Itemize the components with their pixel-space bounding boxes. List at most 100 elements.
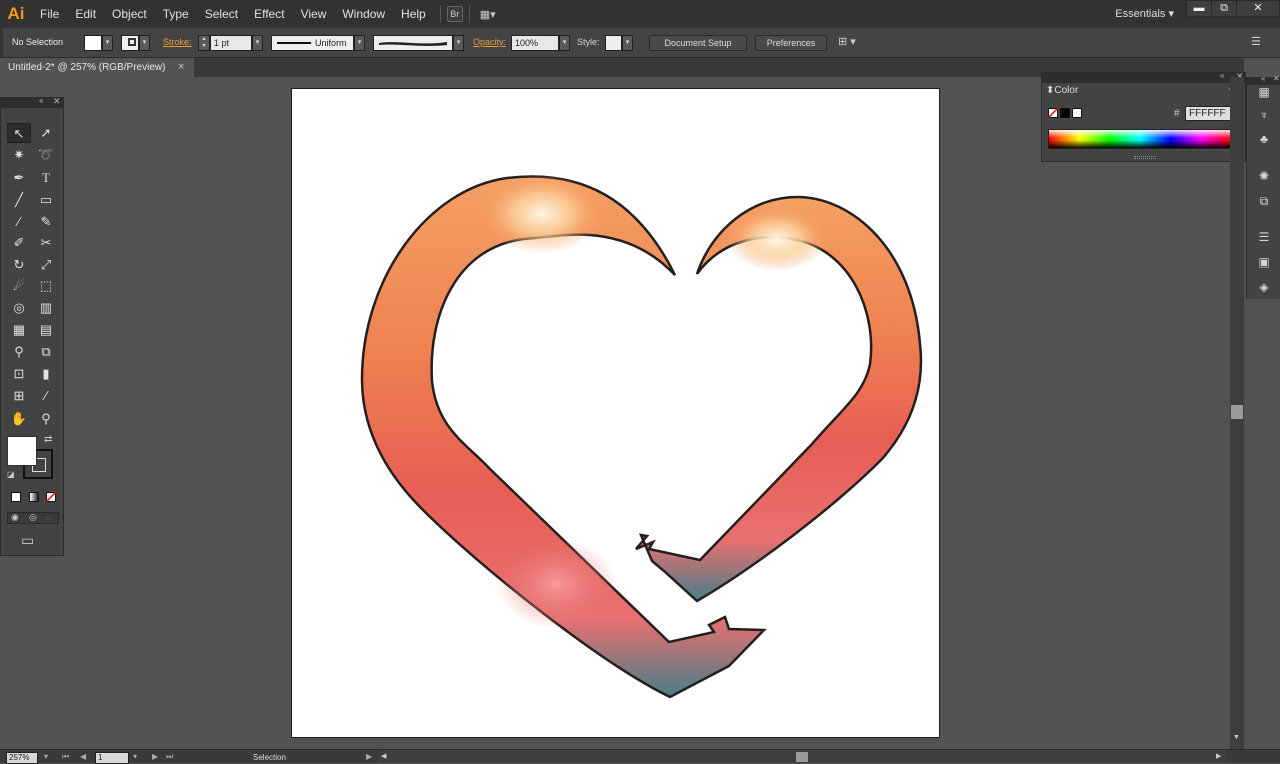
- black-swatch[interactable]: [1060, 108, 1070, 118]
- stroke-stepper[interactable]: ▴ ▾: [198, 35, 210, 51]
- hand-icon[interactable]: ✋: [7, 409, 31, 429]
- color-spectrum[interactable]: [1048, 129, 1232, 149]
- close-icon[interactable]: ✕: [1273, 74, 1280, 83]
- menu-view[interactable]: View: [293, 0, 335, 28]
- direct-selection-icon[interactable]: ➚: [34, 123, 58, 143]
- layers-icon[interactable]: ◈: [1256, 280, 1272, 294]
- symbols-icon[interactable]: ♣: [1256, 132, 1272, 146]
- style-dropdown[interactable]: ▾: [622, 35, 633, 51]
- line-icon[interactable]: ╱: [7, 190, 31, 210]
- stroke-weight-field[interactable]: 1 pt: [210, 35, 252, 51]
- transparency-icon[interactable]: ⧉: [1256, 194, 1272, 208]
- opacity-label[interactable]: Opacity:: [473, 37, 506, 47]
- hex-field[interactable]: FFFFFF: [1185, 106, 1231, 121]
- symbol-sprayer-icon[interactable]: ⊡: [7, 364, 31, 384]
- resize-handle[interactable]: [1134, 156, 1156, 159]
- first-artboard-icon[interactable]: ⏮: [62, 751, 69, 763]
- scroll-right-icon[interactable]: ▶: [1216, 751, 1221, 763]
- menu-window[interactable]: Window: [334, 0, 393, 28]
- menu-select[interactable]: Select: [197, 0, 246, 28]
- draw-behind-icon[interactable]: ◎: [29, 512, 37, 523]
- menu-help[interactable]: Help: [393, 0, 434, 28]
- shape-builder-icon[interactable]: ◎: [7, 298, 31, 318]
- workspace-switcher[interactable]: Essentials ▾: [1115, 0, 1174, 28]
- stroke-weight-dropdown[interactable]: ▾: [252, 35, 263, 51]
- draw-inside-icon[interactable]: ◌: [46, 512, 51, 522]
- scale-icon[interactable]: ⤢: [34, 255, 58, 275]
- preferences-button[interactable]: Preferences: [755, 35, 827, 51]
- draw-normal-icon[interactable]: ◉: [11, 512, 19, 523]
- blob-brush-icon[interactable]: ✐: [7, 233, 31, 253]
- fill-dropdown[interactable]: ▾: [102, 35, 113, 51]
- collapse-icon[interactable]: «: [1261, 74, 1265, 83]
- opacity-field[interactable]: 100%: [511, 35, 559, 51]
- menu-file[interactable]: File: [32, 0, 67, 28]
- collapse-icon[interactable]: «: [39, 96, 43, 105]
- tools-panel-header[interactable]: « ✕: [1, 96, 63, 108]
- arrange-documents-button[interactable]: ▦▾: [476, 6, 500, 22]
- last-artboard-icon[interactable]: ⏭: [166, 751, 173, 763]
- artboard-dropdown-icon[interactable]: ▾: [133, 751, 137, 763]
- blend-icon[interactable]: ⧉: [34, 342, 58, 362]
- white-swatch[interactable]: [1072, 108, 1082, 118]
- rotate-icon[interactable]: ↻: [7, 255, 31, 275]
- brushes-icon[interactable]: ♆: [1256, 108, 1272, 122]
- gradient-panel-icon[interactable]: ▣: [1256, 255, 1272, 269]
- menu-edit[interactable]: Edit: [67, 0, 104, 28]
- vertical-scroll-thumb[interactable]: [1231, 405, 1243, 419]
- tab-close-icon[interactable]: ×: [178, 58, 184, 77]
- opacity-dropdown[interactable]: ▾: [559, 35, 570, 51]
- warp-icon[interactable]: ☄: [7, 276, 31, 296]
- type-icon[interactable]: T: [34, 168, 58, 188]
- status-menu-icon[interactable]: ▶: [366, 751, 372, 763]
- pencil-icon[interactable]: ✎: [34, 212, 58, 232]
- close-icon[interactable]: ✕: [53, 96, 61, 107]
- mesh-icon[interactable]: ▦: [7, 320, 31, 340]
- minimize-button[interactable]: ▬: [1186, 0, 1212, 17]
- none-mode-icon[interactable]: [46, 492, 56, 502]
- tab-color[interactable]: ⬍Color: [1042, 83, 1084, 98]
- screen-mode-icon[interactable]: ▭: [21, 532, 34, 549]
- brush-definition[interactable]: [373, 35, 453, 51]
- gradient-icon[interactable]: ▤: [34, 320, 58, 340]
- menu-effect[interactable]: Effect: [246, 0, 292, 28]
- slice-icon[interactable]: ⁄: [34, 386, 58, 406]
- align-options-icon[interactable]: ⊞ ▾: [838, 35, 866, 51]
- control-menu-icon[interactable]: ☰: [1251, 35, 1261, 48]
- heart-artwork[interactable]: [292, 89, 941, 739]
- color-panel-header[interactable]: « ✕: [1042, 71, 1245, 83]
- lasso-icon[interactable]: ➰: [34, 145, 58, 165]
- brush-dropdown[interactable]: ▾: [453, 35, 464, 51]
- swatches-icon[interactable]: ▦: [1256, 85, 1272, 99]
- close-button[interactable]: ✕: [1236, 0, 1280, 17]
- artboard-number-field[interactable]: 1: [95, 752, 129, 764]
- horizontal-scroll-thumb[interactable]: [796, 752, 808, 762]
- bridge-button[interactable]: Br: [446, 6, 463, 22]
- none-swatch[interactable]: [1048, 108, 1058, 118]
- style-swatch[interactable]: [605, 35, 622, 51]
- paintbrush-icon[interactable]: ⁄: [7, 212, 31, 232]
- scroll-down-icon[interactable]: ▼: [1233, 734, 1240, 741]
- previous-artboard-icon[interactable]: ◀: [80, 751, 86, 763]
- fill-color-box[interactable]: [7, 436, 37, 466]
- menu-type[interactable]: Type: [155, 0, 197, 28]
- drawing-modes[interactable]: ◉ ◎ ◌: [7, 512, 59, 524]
- zoom-icon[interactable]: ⚲: [34, 409, 58, 429]
- default-colors-icon[interactable]: ◪: [7, 470, 15, 479]
- stroke-swatch[interactable]: [121, 35, 139, 51]
- selection-icon[interactable]: ↖: [7, 123, 31, 143]
- swap-colors-icon[interactable]: ⇄: [44, 434, 52, 445]
- magic-wand-icon[interactable]: ✷: [7, 145, 31, 165]
- artboard[interactable]: [291, 88, 940, 738]
- collapse-icon[interactable]: «: [1220, 71, 1224, 80]
- free-transform-icon[interactable]: ⬚: [34, 276, 58, 296]
- perspective-grid-icon[interactable]: ▥: [34, 298, 58, 318]
- color-mode-icon[interactable]: [11, 492, 21, 502]
- menu-object[interactable]: Object: [104, 0, 155, 28]
- document-setup-button[interactable]: Document Setup: [649, 35, 747, 51]
- stroke-dropdown[interactable]: ▾: [139, 35, 150, 51]
- pen-icon[interactable]: ✒: [7, 168, 31, 188]
- artboard-icon[interactable]: ⊞: [7, 386, 31, 406]
- eyedropper-icon[interactable]: ⚲: [7, 342, 31, 362]
- variable-width-profile[interactable]: Uniform: [271, 35, 354, 51]
